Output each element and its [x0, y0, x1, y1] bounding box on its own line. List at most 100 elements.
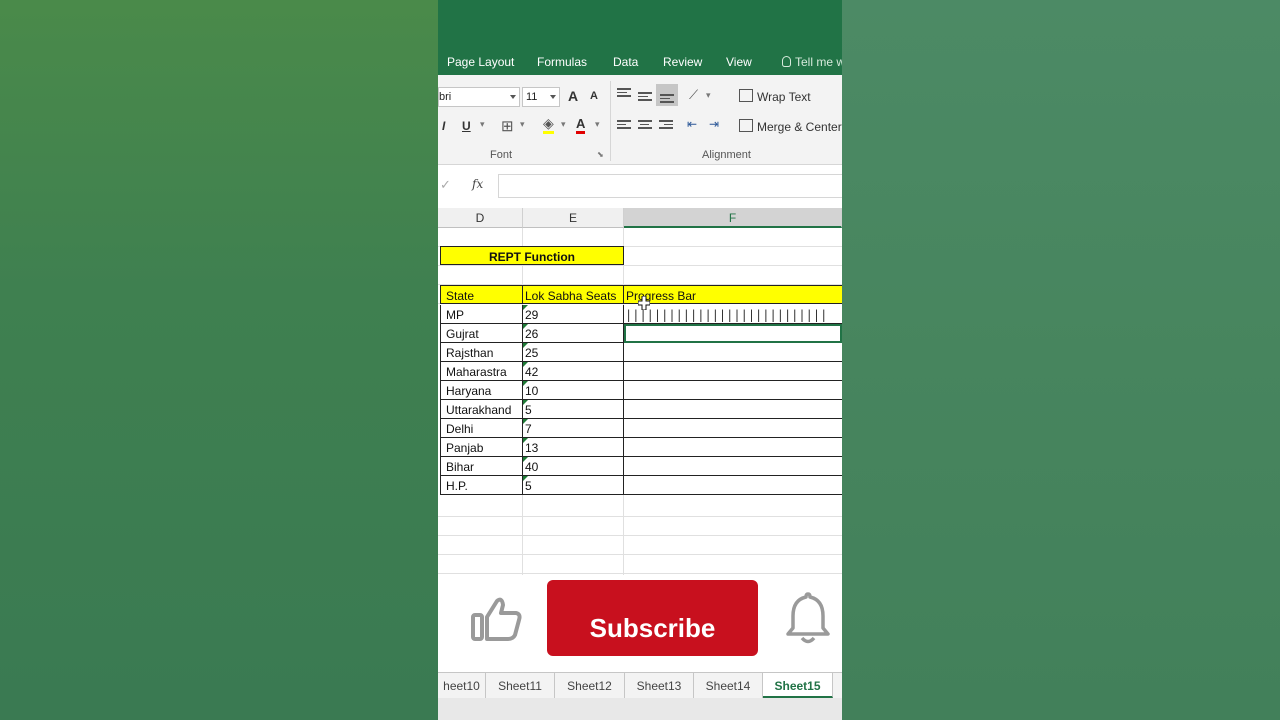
- state-cell[interactable]: Uttarakhand: [440, 400, 523, 419]
- align-middle-icon[interactable]: [638, 92, 652, 102]
- state-cell[interactable]: MP: [440, 305, 523, 324]
- wrap-text-button[interactable]: Wrap Text: [757, 90, 811, 104]
- seats-value: 40: [525, 460, 539, 474]
- font-name-select[interactable]: bri: [438, 87, 520, 107]
- seats-value: 42: [525, 365, 539, 379]
- progress-cell[interactable]: [624, 343, 842, 362]
- seats-cell[interactable]: 25: [523, 343, 624, 362]
- subscribe-button[interactable]: Subscribe: [547, 580, 758, 656]
- fill-color-icon[interactable]: ◈: [543, 116, 554, 134]
- seats-cell[interactable]: 10: [523, 381, 624, 400]
- progress-cell[interactable]: [624, 381, 842, 400]
- state-cell[interactable]: Panjab: [440, 438, 523, 457]
- sheet-tab-10[interactable]: heet10: [438, 673, 486, 698]
- column-header-d[interactable]: D: [438, 208, 523, 228]
- thumbs-up-icon[interactable]: [470, 595, 526, 643]
- decrease-indent-icon[interactable]: ⇤: [687, 117, 697, 131]
- error-indicator-icon: [523, 438, 528, 443]
- align-bottom-button[interactable]: [656, 84, 678, 106]
- progress-cell[interactable]: [624, 476, 842, 495]
- seats-cell[interactable]: 26: [523, 324, 624, 343]
- ribbon: bri 11 A A I U ▾ ⊞ ▾ ◈ ▾ A ▾ Font ⬊ ⟋ ▾ …: [438, 75, 842, 165]
- grow-font-button[interactable]: A: [568, 88, 578, 104]
- error-indicator-icon: [523, 324, 528, 329]
- seats-cell[interactable]: 5: [523, 400, 624, 419]
- header-lok-sabha-seats[interactable]: Lok Sabha Seats: [523, 285, 624, 304]
- error-indicator-icon: [523, 419, 528, 424]
- header-state[interactable]: State: [440, 285, 523, 304]
- align-bottom-icon: [660, 94, 674, 104]
- status-bar: [438, 698, 842, 720]
- seats-cell[interactable]: 42: [523, 362, 624, 381]
- merge-center-button[interactable]: Merge & Center: [757, 120, 842, 134]
- align-left-icon[interactable]: [617, 120, 631, 130]
- state-cell[interactable]: Bihar: [440, 457, 523, 476]
- underline-button[interactable]: U: [462, 119, 471, 133]
- italic-button[interactable]: I: [442, 119, 445, 133]
- state-cell[interactable]: Maharastra: [440, 362, 523, 381]
- lightbulb-icon: [782, 56, 791, 67]
- seats-cell[interactable]: 7: [523, 419, 624, 438]
- seats-cell[interactable]: 29: [523, 305, 624, 324]
- font-name-value: bri: [439, 91, 452, 103]
- align-center-icon[interactable]: [638, 120, 652, 130]
- borders-icon[interactable]: ⊞: [501, 117, 514, 135]
- orientation-dropdown-icon[interactable]: ▾: [706, 90, 711, 101]
- grid-row: [438, 498, 842, 517]
- font-color-button[interactable]: A: [576, 117, 586, 134]
- error-indicator-icon: [523, 476, 528, 481]
- state-cell[interactable]: Gujrat: [440, 324, 523, 343]
- align-top-icon[interactable]: [617, 88, 631, 98]
- tab-data[interactable]: Data: [613, 55, 638, 69]
- tell-me-box[interactable]: Tell me w: [782, 55, 842, 69]
- progress-cell[interactable]: [624, 400, 842, 419]
- underline-dropdown-icon[interactable]: ▾: [480, 119, 485, 130]
- sheet-tab-13[interactable]: Sheet13: [625, 673, 694, 698]
- sheet-tab-12[interactable]: Sheet12: [555, 673, 625, 698]
- font-color-dropdown-icon[interactable]: ▾: [595, 119, 600, 130]
- bell-icon[interactable]: [786, 590, 830, 646]
- enter-check-icon[interactable]: ✓: [440, 177, 451, 193]
- seats-cell[interactable]: 13: [523, 438, 624, 457]
- seats-value: 13: [525, 441, 539, 455]
- tab-review[interactable]: Review: [663, 55, 702, 69]
- tab-view[interactable]: View: [726, 55, 752, 69]
- sheet-tab-14[interactable]: Sheet14: [694, 673, 763, 698]
- fill-dropdown-icon[interactable]: ▾: [561, 119, 566, 130]
- increase-indent-icon[interactable]: ⇥: [709, 117, 719, 131]
- state-cell[interactable]: H.P.: [440, 476, 523, 495]
- chevron-down-icon: [510, 95, 516, 99]
- progress-cell[interactable]: [624, 362, 842, 381]
- insert-function-button[interactable]: fx: [472, 177, 483, 191]
- tab-formulas[interactable]: Formulas: [537, 55, 587, 69]
- state-cell[interactable]: Rajsthan: [440, 343, 523, 362]
- tab-page-layout[interactable]: Page Layout: [447, 55, 514, 69]
- seats-value: 5: [525, 403, 532, 417]
- header-progress-bar[interactable]: Progress Bar: [624, 285, 842, 304]
- seats-cell[interactable]: 40: [523, 457, 624, 476]
- rept-title-cell[interactable]: REPT Function: [440, 246, 624, 265]
- sheet-tab-11[interactable]: Sheet11: [486, 673, 555, 698]
- progress-cell[interactable]: [624, 419, 842, 438]
- shrink-font-button[interactable]: A: [590, 90, 598, 102]
- state-cell[interactable]: Haryana: [440, 381, 523, 400]
- state-cell[interactable]: Delhi: [440, 419, 523, 438]
- progress-cell-selected[interactable]: [624, 324, 842, 343]
- sheet-tab-15[interactable]: Sheet15: [763, 673, 833, 698]
- alignment-group-label: Alignment: [702, 149, 751, 161]
- column-header-f[interactable]: F: [624, 208, 842, 228]
- borders-dropdown-icon[interactable]: ▾: [520, 119, 525, 130]
- progress-cell[interactable]: [624, 457, 842, 476]
- align-right-icon[interactable]: [659, 120, 673, 130]
- column-header-e[interactable]: E: [523, 208, 624, 228]
- background-right: [842, 0, 1280, 720]
- dialog-launcher-icon[interactable]: ⬊: [597, 150, 604, 159]
- font-size-select[interactable]: 11: [522, 87, 560, 107]
- formula-input[interactable]: [498, 174, 842, 198]
- progress-cell[interactable]: [624, 438, 842, 457]
- seats-cell[interactable]: 5: [523, 476, 624, 495]
- background-left: [0, 0, 438, 720]
- seats-value: 10: [525, 384, 539, 398]
- orientation-icon[interactable]: ⟋: [689, 87, 698, 103]
- error-indicator-icon: [523, 457, 528, 462]
